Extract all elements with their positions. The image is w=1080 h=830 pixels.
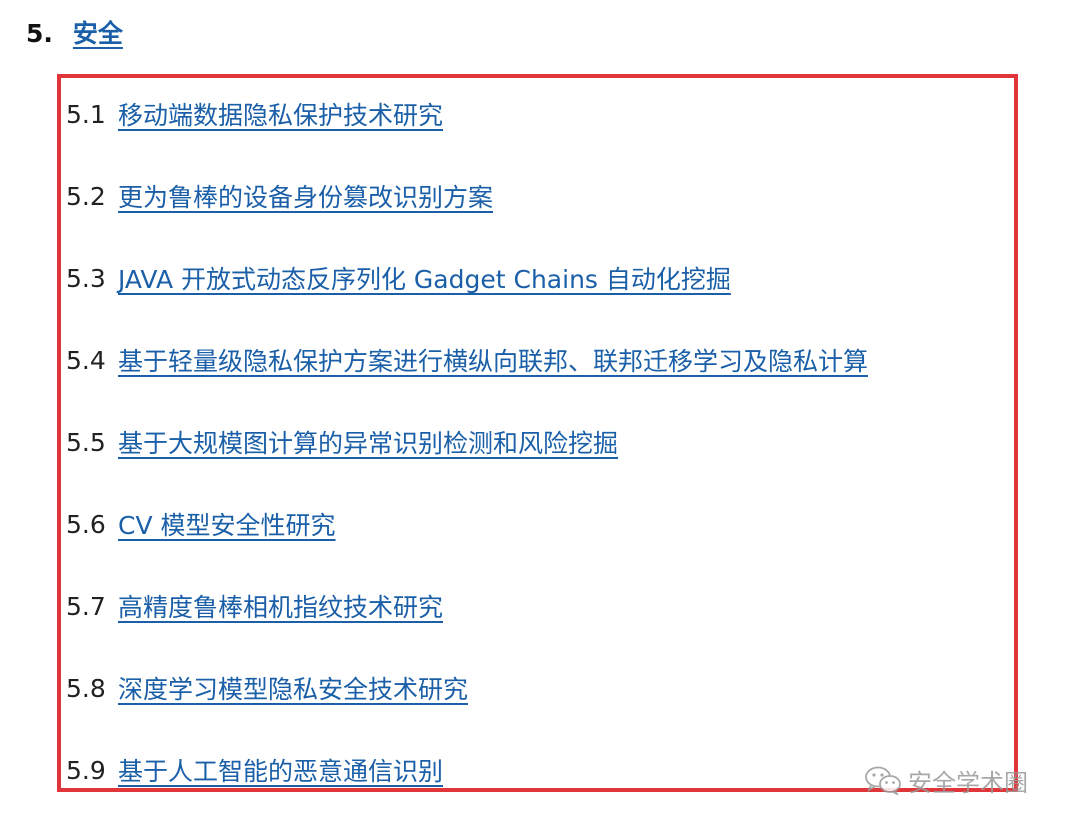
toc-item-number: 5.1 bbox=[66, 99, 106, 129]
toc-item: 5.2 更为鲁棒的设备身份篡改识别方案 bbox=[66, 174, 493, 218]
watermark-text: 安全学术圈 bbox=[908, 768, 1028, 797]
toc-item-number: 5.2 bbox=[66, 181, 106, 211]
toc-item-number: 5.9 bbox=[66, 755, 106, 785]
toc-item-number: 5.3 bbox=[66, 263, 106, 293]
toc-item: 5.3 JAVA 开放式动态反序列化 Gadget Chains 自动化挖掘 bbox=[66, 256, 731, 300]
toc-item-number: 5.8 bbox=[66, 673, 106, 703]
section-title-link[interactable]: 安全 bbox=[73, 14, 123, 50]
toc-item-link[interactable]: 移动端数据隐私保护技术研究 bbox=[118, 96, 443, 132]
toc-item: 5.1 移动端数据隐私保护技术研究 bbox=[66, 92, 443, 136]
toc-item-link[interactable]: CV 模型安全性研究 bbox=[118, 506, 336, 542]
toc-item-link[interactable]: 更为鲁棒的设备身份篡改识别方案 bbox=[118, 178, 493, 214]
toc-item-number: 5.4 bbox=[66, 345, 106, 375]
document-page: 5. 安全 5.1 移动端数据隐私保护技术研究 5.2 更为鲁棒的设备身份篡改识… bbox=[0, 0, 1080, 830]
section-header: 5. 安全 bbox=[26, 14, 123, 54]
toc-item-link[interactable]: 基于轻量级隐私保护方案进行横纵向联邦、联邦迁移学习及隐私计算 bbox=[118, 342, 868, 378]
toc-item-link[interactable]: 基于人工智能的恶意通信识别 bbox=[118, 752, 443, 788]
toc-item-number: 5.5 bbox=[66, 427, 106, 457]
wechat-icon bbox=[865, 766, 901, 795]
toc-item: 5.9 基于人工智能的恶意通信识别 bbox=[66, 748, 443, 792]
toc-item: 5.4 基于轻量级隐私保护方案进行横纵向联邦、联邦迁移学习及隐私计算 bbox=[66, 338, 868, 382]
toc-item-link[interactable]: 高精度鲁棒相机指纹技术研究 bbox=[118, 588, 443, 624]
toc-item-number: 5.6 bbox=[66, 509, 106, 539]
toc-item-link[interactable]: 基于大规模图计算的异常识别检测和风险挖掘 bbox=[118, 424, 618, 460]
toc-item: 5.7 高精度鲁棒相机指纹技术研究 bbox=[66, 584, 443, 628]
section-number: 5. bbox=[26, 19, 53, 48]
toc-item: 5.8 深度学习模型隐私安全技术研究 bbox=[66, 666, 468, 710]
toc-item: 5.5 基于大规模图计算的异常识别检测和风险挖掘 bbox=[66, 420, 618, 464]
toc-item: 5.6 CV 模型安全性研究 bbox=[66, 502, 336, 546]
toc-item-link[interactable]: JAVA 开放式动态反序列化 Gadget Chains 自动化挖掘 bbox=[118, 260, 731, 296]
watermark: 安全学术圈 bbox=[864, 760, 1028, 800]
toc-item-link[interactable]: 深度学习模型隐私安全技术研究 bbox=[118, 670, 468, 706]
toc-item-number: 5.7 bbox=[66, 591, 106, 621]
